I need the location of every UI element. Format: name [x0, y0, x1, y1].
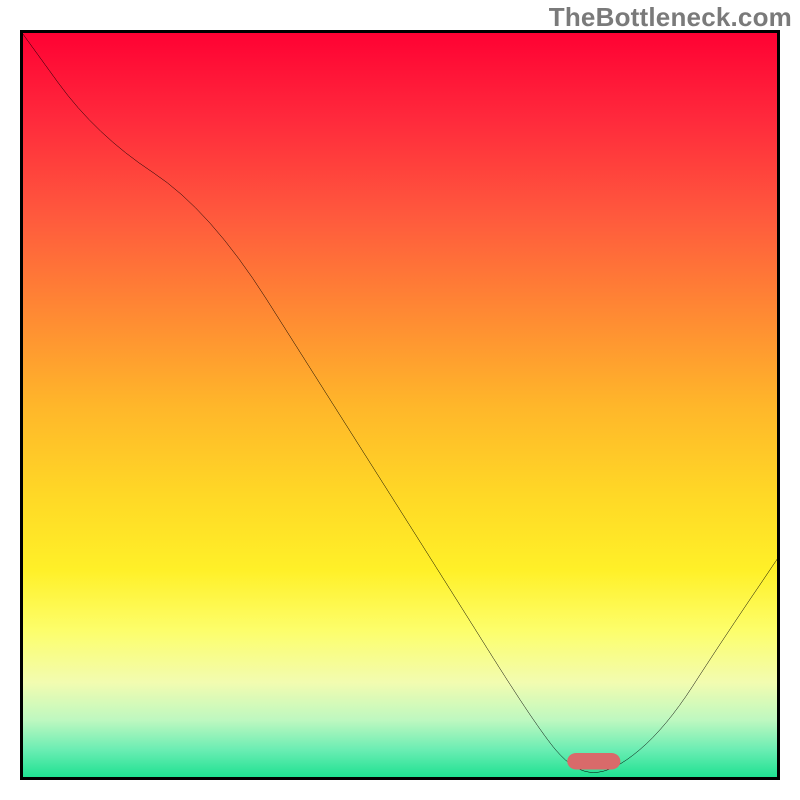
- plot-area: [20, 30, 780, 780]
- curve-layer: [20, 30, 780, 780]
- chart-stage: TheBottleneck.com: [0, 0, 800, 800]
- watermark-text: TheBottleneck.com: [549, 2, 792, 33]
- bottleneck-curve: [20, 30, 780, 773]
- optimum-marker: [567, 753, 620, 770]
